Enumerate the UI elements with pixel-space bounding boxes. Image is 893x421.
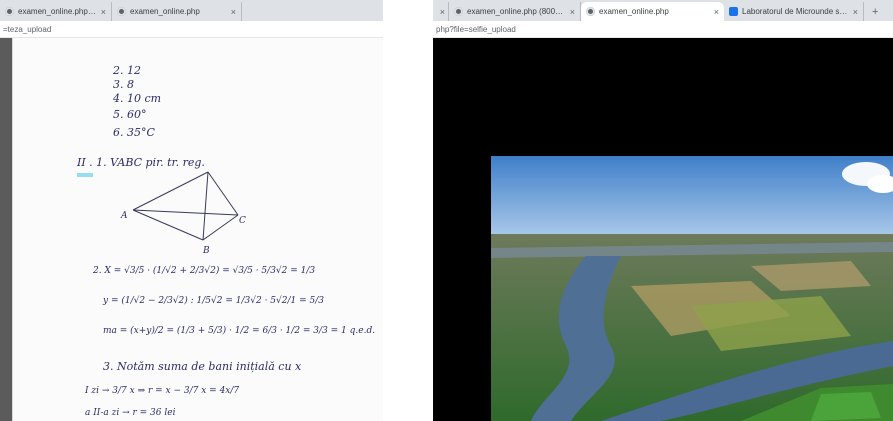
tab-strip: × examen_online.php (800×522) × examen_o… bbox=[433, 0, 893, 21]
document-viewer: 2. 12 3. 8 4. 10 cm 5. 60° 6. 35°C II . … bbox=[0, 38, 383, 421]
pyramid-figure bbox=[132, 171, 239, 241]
problem-3-heading: 3. Notăm suma de bani inițială cu x bbox=[103, 360, 302, 373]
url-text: php?file=selfie_upload bbox=[436, 24, 516, 34]
tab-strip: examen_online.php (800×522) × examen_onl… bbox=[0, 0, 383, 21]
tab-title: Laboratorul de Microunde si Opt bbox=[742, 7, 849, 16]
tab-examen[interactable]: examen_online.php × bbox=[112, 2, 242, 21]
vertex-b-label: B bbox=[203, 246, 210, 256]
tab-examen-sized[interactable]: examen_online.php (800×522) × bbox=[449, 2, 581, 21]
tab-examen-sized[interactable]: examen_online.php (800×522) × bbox=[0, 2, 112, 21]
viewer-margin bbox=[0, 38, 12, 421]
right-browser-window: × examen_online.php (800×522) × examen_o… bbox=[433, 0, 893, 421]
url-text: =teza_upload bbox=[3, 24, 52, 34]
new-tab-button[interactable]: + bbox=[864, 2, 886, 21]
close-icon[interactable]: × bbox=[231, 7, 236, 17]
handwritten-page: 2. 12 3. 8 4. 10 cm 5. 60° 6. 35°C II . … bbox=[12, 38, 383, 421]
equation-ma: ma = (x+y)/2 = (1/3 + 5/3) · 1/2 = 6/3 ·… bbox=[103, 326, 376, 336]
equation-day2: a II-a zi → r = 36 lei bbox=[85, 408, 176, 418]
address-bar[interactable]: php?file=selfie_upload bbox=[433, 21, 893, 38]
landscape-photo bbox=[491, 156, 893, 421]
left-browser-window: examen_online.php (800×522) × examen_onl… bbox=[0, 0, 383, 421]
tab-title: examen_online.php (800×522) bbox=[467, 7, 566, 16]
answer-5: 5. 60° bbox=[113, 108, 147, 121]
image-viewer bbox=[433, 38, 893, 421]
chrome-favicon-icon bbox=[454, 7, 463, 16]
tab-title: examen_online.php (800×522) bbox=[18, 7, 97, 16]
address-bar[interactable]: =teza_upload bbox=[0, 21, 383, 38]
tab-examen-active[interactable]: examen_online.php × bbox=[581, 2, 724, 21]
answer-4: 4. 10 cm bbox=[113, 92, 162, 105]
chrome-favicon-icon bbox=[5, 7, 14, 16]
chrome-favicon-icon bbox=[586, 7, 595, 16]
close-icon[interactable]: × bbox=[570, 7, 575, 17]
vertex-c-label: C bbox=[239, 216, 246, 226]
tab-title: examen_online.php bbox=[599, 7, 669, 16]
highlight-mark bbox=[77, 173, 93, 177]
answer-2: 2. 12 bbox=[113, 64, 141, 77]
equation-day1: I zi → 3/7 x ⇒ r = x − 3/7 x = 4x/7 bbox=[85, 386, 240, 396]
chrome-favicon-icon bbox=[117, 7, 126, 16]
answer-6: 6. 35°C bbox=[113, 126, 155, 139]
plus-icon: + bbox=[872, 5, 879, 18]
close-icon[interactable]: × bbox=[101, 7, 106, 17]
tab-laborator[interactable]: Laboratorul de Microunde si Opt × bbox=[724, 2, 864, 21]
close-icon[interactable]: × bbox=[853, 7, 858, 17]
equation-y: y = (1/√2 − 2/3√2) : 1/5√2 = 1/3√2 · 5√2… bbox=[103, 296, 324, 306]
lab-favicon-icon bbox=[729, 7, 738, 16]
vertex-a-label: A bbox=[121, 211, 128, 221]
answer-3: 3. 8 bbox=[113, 78, 134, 91]
close-icon[interactable]: × bbox=[440, 7, 445, 17]
tab-partial[interactable]: × bbox=[433, 2, 449, 21]
section-heading: II . 1. VABC pir. tr. reg. bbox=[77, 156, 205, 169]
close-icon[interactable]: × bbox=[714, 7, 719, 17]
equation-x: 2. X = √3/5 · (1/√2 + 2/3√2) = √3/5 · 5/… bbox=[93, 266, 316, 276]
tab-title: examen_online.php bbox=[130, 7, 200, 16]
